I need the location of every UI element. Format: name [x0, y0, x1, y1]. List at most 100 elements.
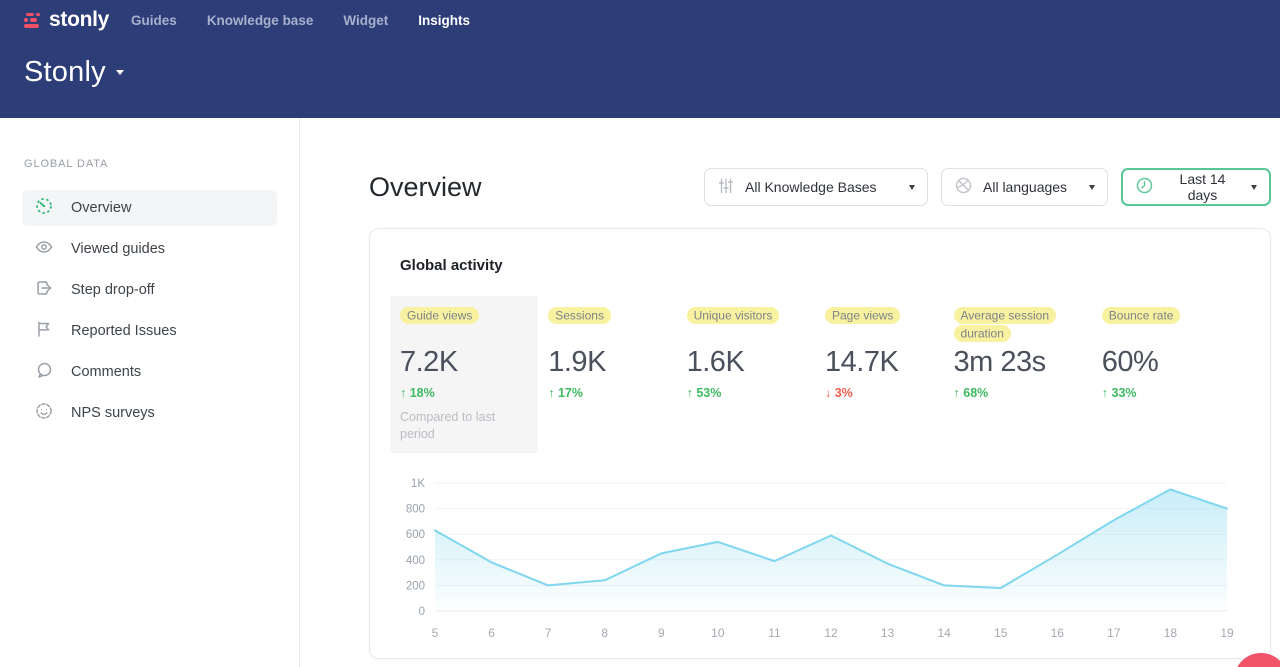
- activity-chart: 1K80060040020005678910111213141516171819: [395, 469, 1240, 652]
- nav-item-guides[interactable]: Guides: [131, 13, 177, 28]
- flag-icon: [34, 319, 54, 343]
- filters: All Knowledge Bases All languages: [704, 168, 1271, 206]
- svg-text:13: 13: [881, 626, 895, 640]
- page-header: Overview All Knowledge Bases: [369, 168, 1271, 206]
- svg-text:0: 0: [419, 606, 425, 618]
- svg-text:8: 8: [601, 626, 608, 640]
- metric-label: Bounce rate: [1102, 307, 1181, 324]
- sidebar-item-label: Overview: [71, 200, 131, 216]
- metric-label: Unique visitors: [687, 307, 780, 324]
- trend-arrow-icon: ↑: [954, 386, 960, 400]
- page-body: GLOBAL DATA Overview Viewed guides: [0, 118, 1280, 667]
- svg-text:7: 7: [545, 626, 552, 640]
- nav-items: Guides Knowledge base Widget Insights: [131, 13, 470, 28]
- metric-label: Guide views: [400, 307, 479, 324]
- comment-icon: [34, 360, 54, 384]
- svg-text:5: 5: [432, 626, 439, 640]
- metric-delta: ↑ 53%: [687, 386, 805, 400]
- sidebar-item-label: Comments: [71, 364, 141, 380]
- card-title: Global activity: [400, 257, 1240, 274]
- date-range-dropdown[interactable]: Last 14 days: [1121, 168, 1271, 206]
- svg-text:15: 15: [994, 626, 1008, 640]
- metric-delta: ↑ 17%: [548, 386, 666, 400]
- global-activity-card: Global activity Guide views 7.2K ↑ 18% C…: [369, 228, 1271, 659]
- stonly-logo-icon: [24, 12, 42, 29]
- metric-guide-views[interactable]: Guide views 7.2K ↑ 18% Compared to last …: [390, 296, 538, 453]
- metric-note: Compared to last period: [400, 409, 502, 443]
- metric-page-views[interactable]: Page views 14.7K ↓ 3%: [815, 296, 944, 453]
- sidebar: GLOBAL DATA Overview Viewed guides: [0, 118, 300, 667]
- metric-sessions[interactable]: Sessions 1.9K ↑ 17%: [538, 296, 676, 453]
- sidebar-item-label: Reported Issues: [71, 323, 177, 339]
- svg-text:19: 19: [1220, 626, 1234, 640]
- metric-delta: ↓ 3%: [825, 386, 934, 400]
- svg-text:18: 18: [1164, 626, 1178, 640]
- sidebar-item-reported-issues[interactable]: Reported Issues: [22, 313, 277, 349]
- area-chart: 1K80060040020005678910111213141516171819: [395, 469, 1237, 647]
- metric-avg-session-duration[interactable]: Average session duration 3m 23s ↑ 68%: [944, 296, 1092, 453]
- page-title: Overview: [369, 172, 482, 203]
- globe-icon: [954, 176, 973, 198]
- svg-text:10: 10: [711, 626, 725, 640]
- svg-text:400: 400: [406, 555, 425, 567]
- sidebar-item-overview[interactable]: Overview: [22, 190, 277, 226]
- metric-value: 1.6K: [687, 346, 805, 379]
- chevron-down-icon: [116, 70, 124, 75]
- svg-text:16: 16: [1051, 626, 1065, 640]
- metric-label: Sessions: [548, 307, 611, 324]
- trend-arrow-icon: ↑: [400, 386, 406, 400]
- sidebar-item-viewed-guides[interactable]: Viewed guides: [22, 231, 277, 267]
- metric-value: 3m 23s: [954, 346, 1082, 379]
- trend-arrow-icon: ↑: [687, 386, 693, 400]
- metric-unique-visitors[interactable]: Unique visitors 1.6K ↑ 53%: [677, 296, 815, 453]
- languages-dropdown[interactable]: All languages: [941, 168, 1108, 206]
- knowledge-bases-dropdown-value: All Knowledge Bases: [745, 179, 877, 195]
- svg-text:12: 12: [824, 626, 838, 640]
- main-nav: stonly Guides Knowledge base Widget Insi…: [0, 0, 1280, 40]
- sidebar-item-comments[interactable]: Comments: [22, 354, 277, 390]
- metric-value: 1.9K: [548, 346, 666, 379]
- svg-text:800: 800: [406, 503, 425, 515]
- knowledge-bases-dropdown[interactable]: All Knowledge Bases: [704, 168, 928, 206]
- smiley-icon: [34, 401, 54, 425]
- stonly-logo[interactable]: stonly: [24, 8, 109, 32]
- clock-icon: [1135, 176, 1154, 198]
- logo-text: stonly: [49, 8, 109, 32]
- nav-item-widget[interactable]: Widget: [343, 13, 388, 28]
- sidebar-item-label: Viewed guides: [71, 241, 165, 257]
- metric-bounce-rate[interactable]: Bounce rate 60% ↑ 33%: [1092, 296, 1240, 453]
- trend-arrow-icon: ↑: [1102, 386, 1108, 400]
- metric-delta: ↑ 33%: [1102, 386, 1230, 400]
- svg-text:14: 14: [937, 626, 951, 640]
- metric-value: 60%: [1102, 346, 1230, 379]
- eye-icon: [34, 237, 54, 261]
- trend-arrow-icon: ↓: [825, 386, 831, 400]
- step-dropoff-icon: [34, 278, 54, 302]
- nav-item-insights[interactable]: Insights: [418, 13, 470, 28]
- chevron-down-icon: [1089, 185, 1095, 190]
- sidebar-section-label: GLOBAL DATA: [24, 158, 277, 170]
- languages-dropdown-value: All languages: [983, 179, 1067, 195]
- chevron-down-icon: [1251, 185, 1257, 190]
- main-content: Overview All Knowledge Bases: [300, 118, 1280, 667]
- metric-value: 7.2K: [400, 346, 528, 379]
- svg-text:200: 200: [406, 580, 425, 592]
- metric-delta: ↑ 18%: [400, 386, 528, 400]
- sidebar-item-label: NPS surveys: [71, 405, 155, 421]
- svg-text:17: 17: [1107, 626, 1121, 640]
- trend-arrow-icon: ↑: [548, 386, 554, 400]
- sliders-icon: [717, 177, 735, 198]
- sidebar-item-step-drop-off[interactable]: Step drop-off: [22, 272, 277, 308]
- svg-text:11: 11: [768, 626, 781, 640]
- top-header: stonly Guides Knowledge base Widget Insi…: [0, 0, 1280, 118]
- svg-text:6: 6: [488, 626, 495, 640]
- metric-label: Average session duration: [954, 307, 1057, 342]
- sidebar-item-nps-surveys[interactable]: NPS surveys: [22, 395, 277, 431]
- svg-text:1K: 1K: [411, 478, 425, 490]
- sidebar-item-label: Step drop-off: [71, 282, 155, 298]
- workspace-selector[interactable]: Stonly: [0, 40, 1280, 89]
- metrics-row: Guide views 7.2K ↑ 18% Compared to last …: [390, 296, 1240, 453]
- svg-text:600: 600: [406, 529, 425, 541]
- metric-value: 14.7K: [825, 346, 934, 379]
- nav-item-knowledge-base[interactable]: Knowledge base: [207, 13, 314, 28]
